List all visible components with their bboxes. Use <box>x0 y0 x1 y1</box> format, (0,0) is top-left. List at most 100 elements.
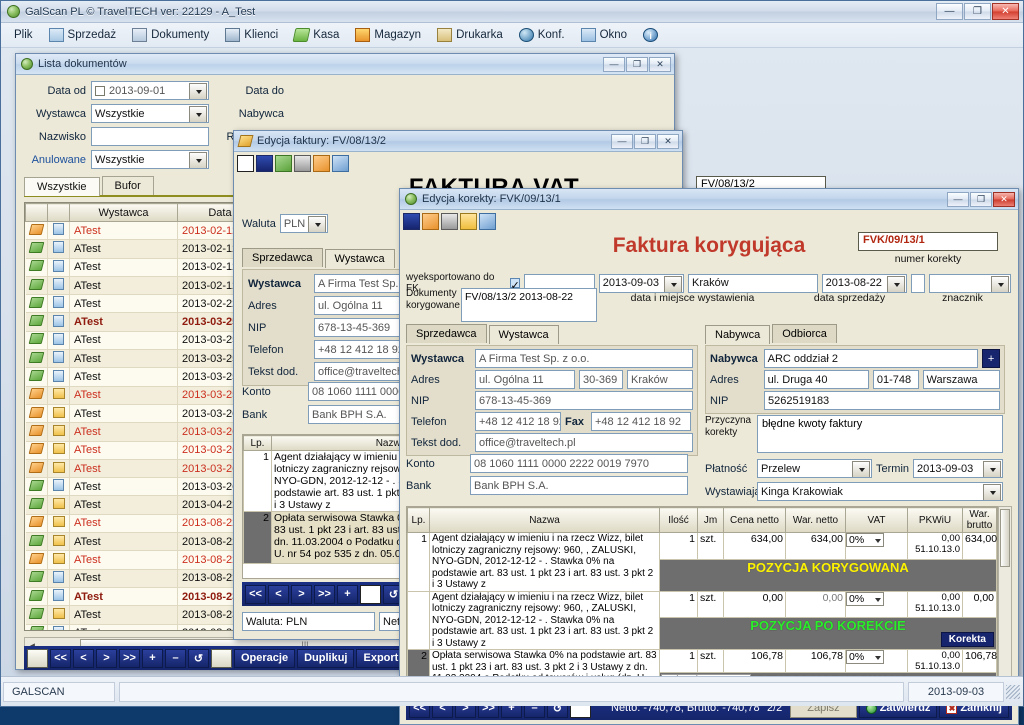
platnosc-select[interactable]: Przelew <box>757 459 872 478</box>
table-row[interactable]: 1 Agent działający w imieniu i na rzecz W… <box>407 532 997 592</box>
correction-number-field[interactable]: FVK/09/13/1 <box>858 232 998 251</box>
seller-city-input[interactable]: Kraków <box>627 370 693 389</box>
znacznik-small-input[interactable] <box>910 273 925 293</box>
copy-icon[interactable] <box>256 155 273 172</box>
col-type[interactable] <box>47 203 70 222</box>
edit-icon[interactable] <box>422 213 439 230</box>
buyer-street-input[interactable]: ul. Druga 40 <box>763 370 869 389</box>
edit-icon[interactable] <box>313 155 330 172</box>
seller-bank-input[interactable]: Bank BPH S.A. <box>470 476 688 495</box>
next-record-button[interactable]: > <box>96 648 117 668</box>
invoice-maximize-button[interactable]: ❐ <box>634 133 656 149</box>
correction-items-vscrollbar[interactable] <box>998 506 1012 694</box>
table-row[interactable]: Agent działający w imieniu i na rzecz Wi… <box>407 590 997 650</box>
menu-item-info[interactable]: i <box>636 26 665 44</box>
buyer-nip-input[interactable]: 5262519183 <box>764 391 1000 410</box>
refresh-button[interactable]: ↺ <box>188 648 209 668</box>
money-icon[interactable] <box>275 155 292 172</box>
tab-bufor[interactable]: Bufor <box>101 176 154 195</box>
maximize-button[interactable]: ❐ <box>964 3 991 20</box>
vat-select[interactable]: 0% <box>846 591 884 606</box>
invoice-close-button[interactable]: ✕ <box>657 133 679 149</box>
copy-icon[interactable] <box>403 213 420 230</box>
seller-extra-input[interactable]: office@traveltech.pl <box>475 433 693 452</box>
wystawca-select[interactable]: Wszystkie <box>91 104 209 123</box>
place-issue-input[interactable]: Kraków <box>688 273 818 293</box>
buyer-name-input[interactable]: ARC oddział 2 <box>763 349 979 368</box>
menu-item-drukarka[interactable]: Drukarka <box>430 26 510 44</box>
menu-item-magazyn[interactable]: Magazyn <box>348 26 428 44</box>
correction-minimize-button[interactable]: — <box>947 191 969 207</box>
wystawiajacy-select[interactable]: Kinga Krakowiak <box>757 482 1003 501</box>
dokumenty-korygowane-input[interactable]: FV/08/13/2 2013-08-22 <box>461 288 597 322</box>
report-icon[interactable] <box>27 648 48 668</box>
invoice-next-button[interactable]: > <box>291 584 312 604</box>
invoice-first-button[interactable]: << <box>245 584 266 604</box>
resize-grip-icon[interactable] <box>1006 684 1020 699</box>
add-record-button[interactable]: + <box>142 648 163 668</box>
vat-select[interactable]: 0% <box>846 533 884 547</box>
invoice-minimize-button[interactable]: — <box>611 133 633 149</box>
invoice-blank-button[interactable] <box>360 584 381 604</box>
correction-maximize-button[interactable]: ❐ <box>970 191 992 207</box>
tab-wszystkie[interactable]: Wszystkie <box>24 177 100 196</box>
tab-sprzedawca[interactable]: Sprzedawca <box>406 324 487 343</box>
menu-item-okno[interactable]: Okno <box>574 26 635 44</box>
print-icon[interactable] <box>441 213 458 230</box>
duplikuj-button[interactable]: Duplikuj <box>297 648 355 668</box>
list-minimize-button[interactable]: — <box>603 56 625 72</box>
seller-account-input[interactable]: 08 1060 1111 0000 2222 0019 7970 <box>470 454 688 473</box>
invoice-add-button[interactable]: + <box>337 584 358 604</box>
buyer-city-input[interactable]: Warszawa <box>922 370 1000 389</box>
new-icon[interactable] <box>237 155 254 172</box>
tab-odbiorca[interactable]: Odbiorca <box>772 324 837 343</box>
package-icon[interactable] <box>211 648 232 668</box>
menu-item-kasa[interactable]: Kasa <box>287 26 346 44</box>
menu-item-sprzedaz[interactable]: Sprzedaż <box>42 26 124 44</box>
last-record-button[interactable]: >> <box>119 648 140 668</box>
termin-field[interactable]: 2013-09-03 <box>913 459 1004 478</box>
tab-wystawca[interactable]: Wystawca <box>324 249 395 268</box>
date-issue-field[interactable]: 2013-09-03 <box>598 273 684 293</box>
correction-items-table-container[interactable]: Lp. Nazwa Ilość Jm Cena netto War. netto… <box>406 506 998 694</box>
list-close-button[interactable]: ✕ <box>649 56 671 72</box>
tab-sprzedawca[interactable]: Sprzedawca <box>242 248 323 267</box>
col-flag[interactable] <box>25 203 48 222</box>
invoice-prev-button[interactable]: < <box>268 584 289 604</box>
close-button[interactable]: ✕ <box>992 3 1019 20</box>
table-row[interactable]: 2 Opłata serwisowa Stawka 0% na podstawie… <box>407 649 997 693</box>
menu-item-dokumenty[interactable]: Dokumenty <box>125 26 216 44</box>
buyer-zip-input[interactable]: 01-748 <box>872 370 919 389</box>
menu-item-klienci[interactable]: Klienci <box>218 26 285 44</box>
menu-item-plik[interactable]: Plik <box>7 27 40 43</box>
waluta-select[interactable]: PLN <box>279 214 328 233</box>
list-maximize-button[interactable]: ❐ <box>626 56 648 72</box>
data-od-field[interactable]: 2013-09-01 <box>91 81 209 100</box>
correction-close-button[interactable]: ✕ <box>993 191 1015 207</box>
invoice-last-button[interactable]: >> <box>314 584 335 604</box>
prev-record-button[interactable]: < <box>73 648 94 668</box>
data-od-checkbox[interactable] <box>95 85 105 96</box>
first-record-button[interactable]: << <box>50 648 71 668</box>
warning-icon[interactable] <box>460 213 477 230</box>
znacznik-select[interactable] <box>928 273 1011 293</box>
export-checkbox[interactable]: ✓ <box>509 278 520 292</box>
vscroll-thumb[interactable] <box>1000 509 1010 567</box>
anulowane-select[interactable]: Wszystkie <box>91 150 209 169</box>
add-buyer-button[interactable]: + <box>982 349 1001 368</box>
print-icon[interactable] <box>294 155 311 172</box>
seller-zip-input[interactable]: 30-369 <box>579 370 623 389</box>
col-wystawca[interactable]: Wystawca <box>69 203 178 222</box>
tab-wystawca[interactable]: Wystawca <box>488 325 559 344</box>
delete-record-button[interactable]: – <box>165 648 186 668</box>
nazwisko-input[interactable] <box>91 127 209 146</box>
seller-street-input[interactable]: ul. Ogólna 11 <box>475 370 575 389</box>
seller-nip-input[interactable]: 678-13-45-369 <box>475 391 693 410</box>
vat-select[interactable]: 0% <box>846 650 884 664</box>
operacje-button[interactable]: Operacje <box>234 648 296 668</box>
przyczyna-korekty-input[interactable]: błędne kwoty faktury <box>757 415 1003 453</box>
minimize-button[interactable]: — <box>936 3 963 20</box>
sign-icon[interactable] <box>332 155 349 172</box>
menu-item-konf[interactable]: Konf. <box>512 26 572 44</box>
korekta-button[interactable]: Korekta <box>940 632 994 647</box>
